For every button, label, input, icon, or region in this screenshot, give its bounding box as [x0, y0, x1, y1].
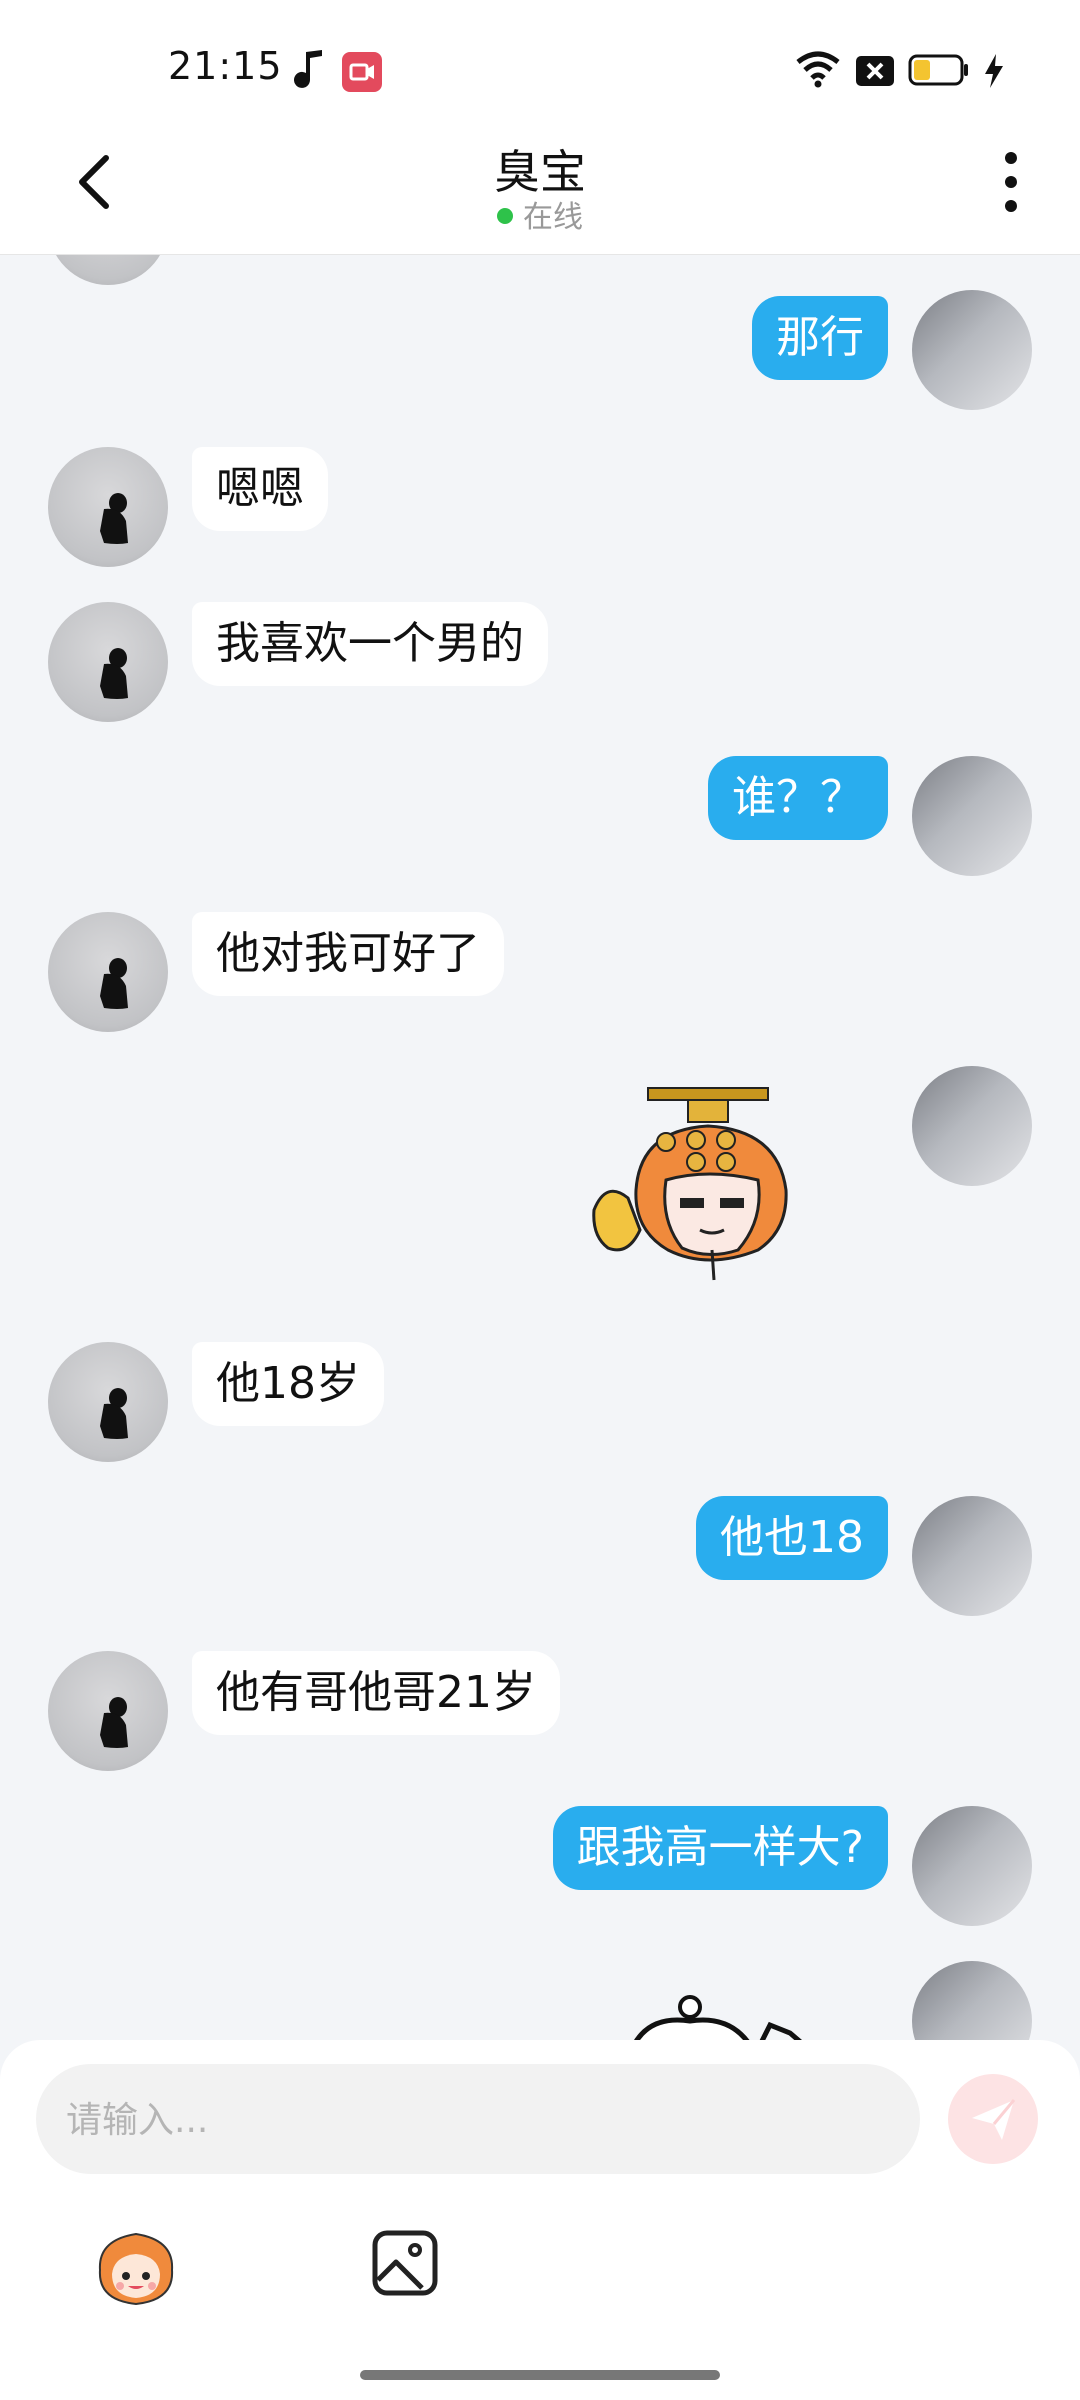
- charging-icon: [985, 54, 1003, 88]
- screen-record-icon: [342, 52, 382, 92]
- monkey-king-sticker[interactable]: [588, 1080, 838, 1290]
- my-avatar[interactable]: [912, 756, 1032, 876]
- incoming-message-bubble[interactable]: 他对我可好了: [192, 912, 504, 996]
- chat-header: 臭宝 在线: [0, 110, 1080, 255]
- more-options-icon[interactable]: [996, 150, 1026, 214]
- my-avatar[interactable]: [912, 1066, 1032, 1186]
- contact-avatar[interactable]: [48, 255, 168, 285]
- online-dot-icon: [497, 207, 513, 224]
- message-input-container[interactable]: [36, 2064, 920, 2176]
- my-avatar[interactable]: [912, 1496, 1032, 1616]
- home-indicator[interactable]: [360, 2370, 720, 2380]
- wifi-icon: [796, 51, 840, 88]
- my-avatar[interactable]: [912, 290, 1032, 410]
- outgoing-message-bubble[interactable]: 跟我高一样大?: [552, 1806, 888, 1890]
- contact-avatar[interactable]: [48, 602, 168, 722]
- message-composer: [0, 2040, 1080, 2400]
- incoming-message-bubble[interactable]: 嗯嗯: [192, 447, 328, 531]
- status-time: 21:15: [168, 44, 283, 88]
- outgoing-message-bubble[interactable]: 谁？？: [708, 756, 888, 840]
- online-status-text: 在线: [523, 200, 583, 235]
- paper-plane-icon: [972, 2099, 1016, 2140]
- outgoing-message-bubble[interactable]: 那行: [752, 296, 888, 380]
- my-avatar[interactable]: [912, 1806, 1032, 1926]
- incoming-message-bubble[interactable]: 他18岁: [192, 1342, 384, 1426]
- incoming-message-bubble[interactable]: 我喜欢一个男的: [192, 602, 548, 686]
- battery-icon: [908, 54, 968, 86]
- my-avatar[interactable]: [912, 1961, 1032, 2040]
- contact-avatar[interactable]: [48, 1342, 168, 1462]
- message-list[interactable]: 那行 嗯嗯 我喜欢一个男的 谁？？ 他对我可好了 他18岁 他也18 他有哥他哥…: [0, 255, 1080, 2040]
- incoming-message-bubble[interactable]: 他有哥他哥21岁: [192, 1651, 560, 1735]
- music-note-icon: [294, 50, 322, 88]
- online-status: 在线: [0, 192, 1080, 236]
- contact-avatar[interactable]: [48, 1651, 168, 1771]
- contact-avatar[interactable]: [48, 912, 168, 1032]
- contact-avatar[interactable]: [48, 447, 168, 567]
- outgoing-message-bubble[interactable]: 他也18: [696, 1496, 888, 1580]
- sticker-panel-icon[interactable]: [90, 2220, 182, 2312]
- send-button[interactable]: [948, 2074, 1038, 2164]
- no-sim-icon: [856, 56, 894, 86]
- image-picker-icon[interactable]: [370, 2228, 440, 2298]
- cartoon-sticker-partial[interactable]: [620, 1985, 820, 2040]
- message-input[interactable]: [64, 2064, 888, 2176]
